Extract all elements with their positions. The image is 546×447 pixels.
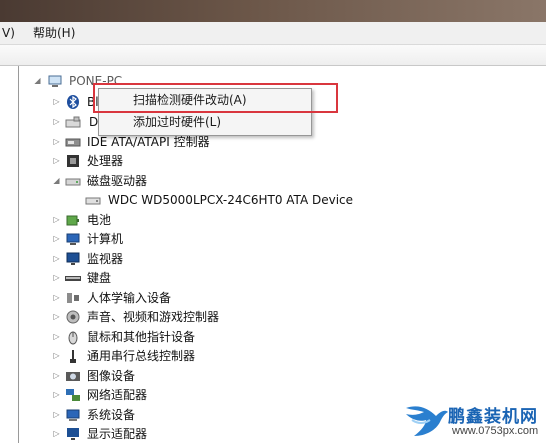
expand-arrow-icon[interactable]: ▷ [52, 308, 61, 326]
expand-arrow-icon[interactable]: ▷ [52, 211, 61, 229]
computer-icon [47, 73, 63, 89]
tree-item-label: 键盘 [87, 271, 112, 285]
collapse-arrow-icon[interactable]: ◢ [52, 172, 61, 190]
tree-item-network[interactable]: ▷ 网络适配器 [19, 386, 219, 404]
tree-item-label: 磁盘驱动器 [87, 174, 148, 188]
tree-item-system[interactable]: ▷ 系统设备 [19, 406, 219, 424]
tree-item-monitor[interactable]: ▷ 监视器 [19, 250, 219, 268]
eagle-logo-icon [406, 406, 448, 436]
keyboard-icon [65, 270, 81, 286]
usb-icon [65, 348, 81, 364]
tree-item-computer[interactable]: ▷ 计算机 [19, 230, 219, 248]
ide-controller-icon [65, 134, 81, 150]
watermark-title: 鹏鑫装机网 [448, 407, 538, 427]
tree-item-label: 人体学输入设备 [87, 291, 172, 305]
expand-arrow-icon[interactable]: ▷ [52, 386, 61, 404]
tree-item-label: 显示适配器 [87, 427, 148, 441]
tree-item-imaging[interactable]: ▷ 图像设备 [19, 367, 219, 385]
expand-arrow-icon[interactable]: ▷ [52, 152, 61, 170]
highlight-annotation-box [93, 83, 338, 113]
tree-item-label: D [89, 115, 99, 129]
processor-icon [65, 153, 81, 169]
tree-item-usb[interactable]: ▷ 通用串行总线控制器 [19, 347, 269, 365]
menu-view[interactable]: V) [2, 26, 15, 40]
tree-item-label: 监视器 [87, 252, 124, 266]
monitor-icon [65, 251, 81, 267]
tree-item-label: 图像设备 [87, 369, 136, 383]
expand-arrow-icon[interactable]: ▷ [52, 250, 61, 268]
collapse-arrow-icon[interactable]: ◢ [33, 72, 42, 90]
tree-item-label: 计算机 [87, 232, 124, 246]
expand-arrow-icon[interactable]: ▷ [52, 406, 61, 424]
expand-arrow-icon[interactable]: ▷ [52, 347, 61, 365]
bluetooth-icon [65, 94, 81, 110]
expand-arrow-icon[interactable]: ▷ [52, 93, 61, 111]
tree-item-disk-drives[interactable]: ◢ 磁盘驱动器 [19, 172, 219, 190]
tree-item-sound[interactable]: ▷ 声音、视频和游戏控制器 [19, 308, 279, 326]
tree-item-display-adapter[interactable]: ▷ 显示适配器 [19, 425, 219, 443]
tree-item-label: 系统设备 [87, 408, 136, 422]
expand-arrow-icon[interactable]: ▷ [52, 367, 61, 385]
toolbar [0, 45, 546, 66]
expand-arrow-icon[interactable]: ▷ [52, 269, 61, 287]
expand-arrow-icon[interactable]: ▷ [52, 425, 61, 443]
tree-item-wdc-disk[interactable]: WDC WD5000LPCX-24C6HT0 ATA Device [19, 191, 399, 209]
tree-item-label: 声音、视频和游戏控制器 [87, 310, 220, 324]
watermark-url: www.0753px.com [452, 425, 539, 437]
expand-arrow-icon[interactable]: ▷ [52, 133, 61, 151]
mouse-icon [65, 329, 81, 345]
drive-icon [65, 114, 81, 130]
tree-item-battery[interactable]: ▷ 电池 [19, 211, 219, 229]
window-title-bar [0, 0, 546, 22]
network-icon [65, 387, 81, 403]
expand-arrow-icon[interactable]: ▷ [52, 113, 61, 131]
tree-item-label: 网络适配器 [87, 388, 148, 402]
hid-icon [65, 290, 81, 306]
menu-item-add-legacy-hardware[interactable]: 添加过时硬件(L) [99, 112, 311, 133]
menu-help[interactable]: 帮助(H) [33, 26, 75, 40]
tree-item-keyboard[interactable]: ▷ 键盘 [19, 269, 219, 287]
expand-arrow-icon[interactable]: ▷ [52, 289, 61, 307]
tree-item-processor[interactable]: ▷ 处理器 [19, 152, 219, 170]
tree-item-mouse[interactable]: ▷ 鼠标和其他指针设备 [19, 328, 269, 346]
tree-item-label: WDC WD5000LPCX-24C6HT0 ATA Device [108, 193, 354, 207]
computer-icon [65, 231, 81, 247]
tree-item-label: 通用串行总线控制器 [87, 349, 196, 363]
tree-item-label: 电池 [87, 213, 112, 227]
watermark-logo: 鹏鑫装机网 www.0753px.com [404, 398, 546, 443]
disk-drive-icon [65, 173, 81, 189]
system-device-icon [65, 407, 81, 423]
imaging-icon [65, 368, 81, 384]
tree-item-label: 鼠标和其他指针设备 [87, 330, 196, 344]
menu-bar: V) 帮助(H) [0, 22, 546, 45]
sound-icon [65, 309, 81, 325]
tree-item-label: 处理器 [87, 154, 124, 168]
battery-icon [65, 212, 81, 228]
expand-arrow-icon[interactable]: ▷ [52, 328, 61, 346]
tree-item-hid[interactable]: ▷ 人体学输入设备 [19, 289, 269, 307]
menu-item-label: 添加过时硬件(L) [133, 115, 222, 129]
expand-arrow-icon[interactable]: ▷ [52, 230, 61, 248]
display-adapter-icon [65, 426, 81, 442]
hard-disk-icon [85, 192, 101, 208]
